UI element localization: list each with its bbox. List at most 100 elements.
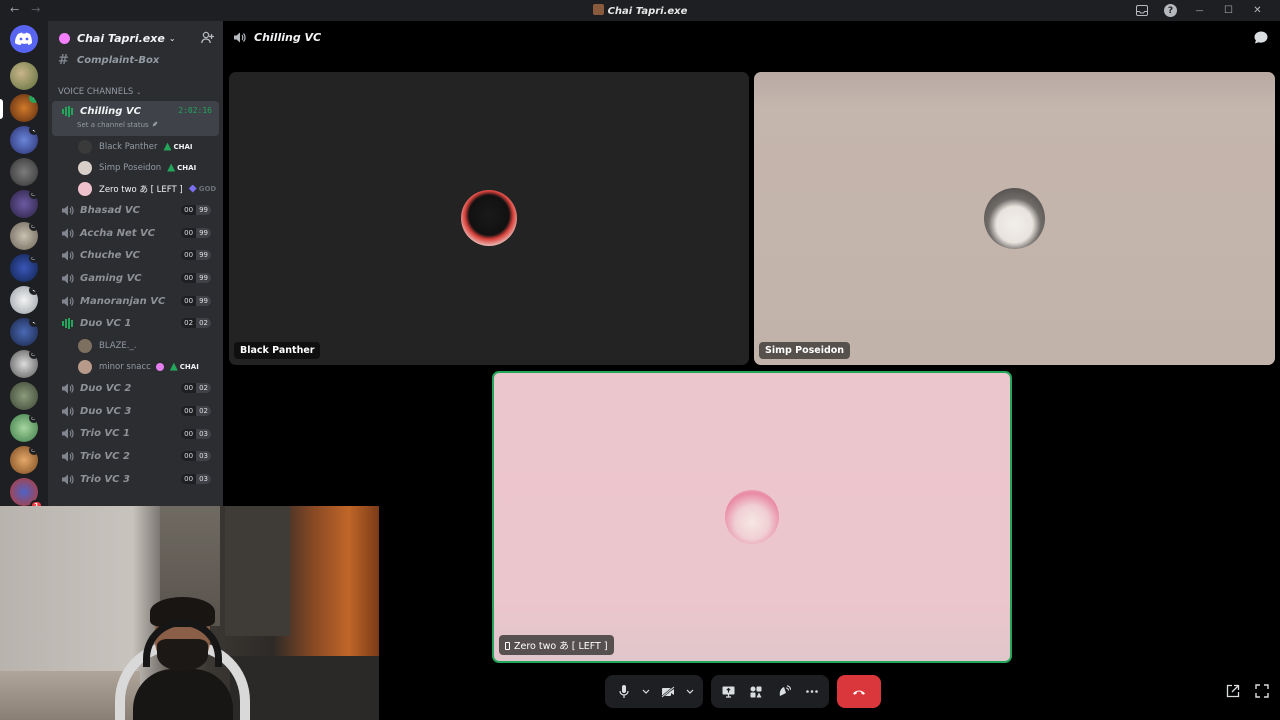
voice-channel-title: Chilling VC	[254, 31, 322, 44]
microphone-options-button[interactable]	[639, 679, 653, 705]
screen-share-button[interactable]	[715, 679, 741, 705]
speaker-icon	[234, 32, 246, 43]
camera-options-button[interactable]	[683, 679, 697, 705]
member-name: Zero two あ [ LEFT ]	[99, 184, 183, 195]
voice-member[interactable]: Black Panther CHAI	[48, 136, 223, 157]
user-limit: 03	[196, 473, 211, 484]
server-icon[interactable]	[10, 382, 38, 410]
inbox-icon[interactable]	[1127, 3, 1156, 18]
server-tag: CHAI	[167, 163, 196, 172]
speaker-icon	[62, 250, 74, 261]
voice-channel-active[interactable]: Chilling VC 2:02:16 Set a channel status	[52, 101, 219, 136]
server-icon[interactable]: ▭	[10, 446, 38, 474]
server-icon[interactable]: ▭	[10, 414, 38, 442]
channel-status-text: Set a channel status	[77, 121, 149, 129]
server-icon-chai-tapri[interactable]: •	[10, 94, 38, 122]
participant-tile-black-panther[interactable]: Black Panther	[229, 72, 749, 365]
minimize-button[interactable]: —	[1185, 3, 1214, 18]
channel-label: Chuche VC	[80, 250, 140, 262]
server-tag-text: CHAI	[173, 142, 193, 151]
activities-button[interactable]	[743, 679, 769, 705]
channel-label: Complaint-Box	[76, 54, 160, 66]
pencil-icon	[152, 121, 158, 127]
server-icon[interactable]: ▭	[10, 190, 38, 218]
category-voice-channels[interactable]: VOICE CHANNELS ⌄	[48, 83, 223, 101]
invite-icon[interactable]	[201, 31, 214, 44]
webcam-background	[230, 656, 379, 720]
user-count: 00	[181, 273, 197, 284]
user-count: 00	[181, 473, 197, 484]
activities-icon	[750, 686, 762, 697]
user-limit: 02	[196, 383, 211, 394]
disconnect-button[interactable]	[837, 675, 881, 708]
user-limit-badge: 00 03	[181, 451, 211, 462]
speaker-icon	[62, 383, 74, 394]
server-icon[interactable]	[10, 158, 38, 186]
chevron-down-icon: ⌄	[136, 88, 142, 96]
back-icon[interactable]: ←	[10, 3, 19, 16]
server-icon[interactable]: ▭	[10, 350, 38, 378]
channel-status[interactable]: Set a channel status	[77, 121, 158, 129]
camera-button[interactable]	[655, 679, 681, 705]
voice-channel[interactable]: Trio VC 3 00 03	[52, 468, 219, 491]
voice-channel[interactable]: Gaming VC 00 99	[52, 267, 219, 290]
channel-label: Duo VC 2	[80, 382, 132, 394]
voice-channel[interactable]: Trio VC 1 00 03	[52, 423, 219, 446]
forward-icon[interactable]: →	[31, 3, 40, 16]
server-icon[interactable]: ▭	[10, 254, 38, 282]
voice-channel[interactable]: Trio VC 2 00 03	[52, 445, 219, 468]
maximize-button[interactable]: ☐	[1214, 3, 1243, 18]
channel-label: Accha Net VC	[80, 227, 156, 239]
speaker-icon	[62, 296, 74, 307]
voice-member[interactable]: minor snacc CHAI	[48, 356, 223, 377]
participant-name: Simp Poseidon	[759, 342, 851, 359]
speaker-icon	[62, 474, 74, 485]
voice-channel[interactable]: Duo VC 2 00 02	[52, 377, 219, 400]
server-icon[interactable]: ◂	[10, 126, 38, 154]
server-icon[interactable]: ◂	[10, 318, 38, 346]
webcam-overlay	[0, 506, 379, 720]
server-header[interactable]: Chai Tapri.exe ⌄	[48, 21, 223, 55]
direct-messages-icon[interactable]	[10, 25, 38, 53]
avatar	[78, 338, 92, 353]
voice-channel[interactable]: Manoranjan VC 00 99	[52, 290, 219, 313]
voice-member[interactable]: Zero two あ [ LEFT ] GOD	[48, 178, 223, 199]
voice-header: Chilling VC	[223, 21, 1280, 54]
window-controls: ? — ☐ ✕	[1127, 3, 1272, 18]
server-icon[interactable]: ◂	[10, 286, 38, 314]
channel-label: Trio VC 2	[80, 451, 130, 463]
voice-channel[interactable]: Duo VC 3 00 02	[52, 400, 219, 423]
voice-channel[interactable]: Bhasad VC 00 99	[52, 199, 219, 222]
voice-member[interactable]: BLAZE._.	[48, 335, 223, 356]
member-name: minor snacc	[99, 361, 151, 372]
soundboard-button[interactable]	[771, 679, 797, 705]
microphone-button[interactable]	[611, 679, 637, 705]
participant-tile-simp-poseidon[interactable]: Simp Poseidon	[754, 72, 1275, 365]
server-tag: CHAI	[169, 362, 199, 371]
pop-out-icon[interactable]	[1226, 684, 1240, 698]
mobile-icon	[505, 642, 510, 650]
avatar	[984, 188, 1045, 249]
user-limit-badge: 00 03	[181, 428, 211, 439]
fullscreen-icon[interactable]	[1255, 684, 1269, 698]
server-tag: GOD	[188, 184, 216, 193]
user-limit-badge: 00 99	[181, 250, 211, 261]
member-name: Simp Poseidon	[99, 162, 162, 173]
voice-channel[interactable]: Accha Net VC 00 99	[52, 222, 219, 245]
close-button[interactable]: ✕	[1243, 3, 1272, 18]
server-icon[interactable]	[10, 62, 38, 90]
user-limit-badge: 00 99	[181, 273, 211, 284]
voice-channel[interactable]: Chuche VC 00 99	[52, 244, 219, 267]
user-limit: 02	[196, 405, 211, 416]
participant-tile-zero-two[interactable]: Zero two あ [ LEFT ]	[492, 371, 1012, 663]
window-title-text: Chai Tapri.exe	[607, 6, 688, 17]
channel-label: Duo VC 1	[80, 318, 132, 330]
voice-member[interactable]: Simp Poseidon CHAI	[48, 157, 223, 178]
voice-channel[interactable]: Duo VC 1 02 02	[52, 312, 219, 335]
help-button[interactable]: ?	[1156, 3, 1185, 18]
speaker-icon	[62, 228, 74, 239]
server-icon[interactable]: ▭	[10, 222, 38, 250]
chat-icon[interactable]	[1254, 31, 1268, 44]
user-limit: 99	[196, 295, 211, 306]
more-options-button[interactable]	[799, 679, 825, 705]
